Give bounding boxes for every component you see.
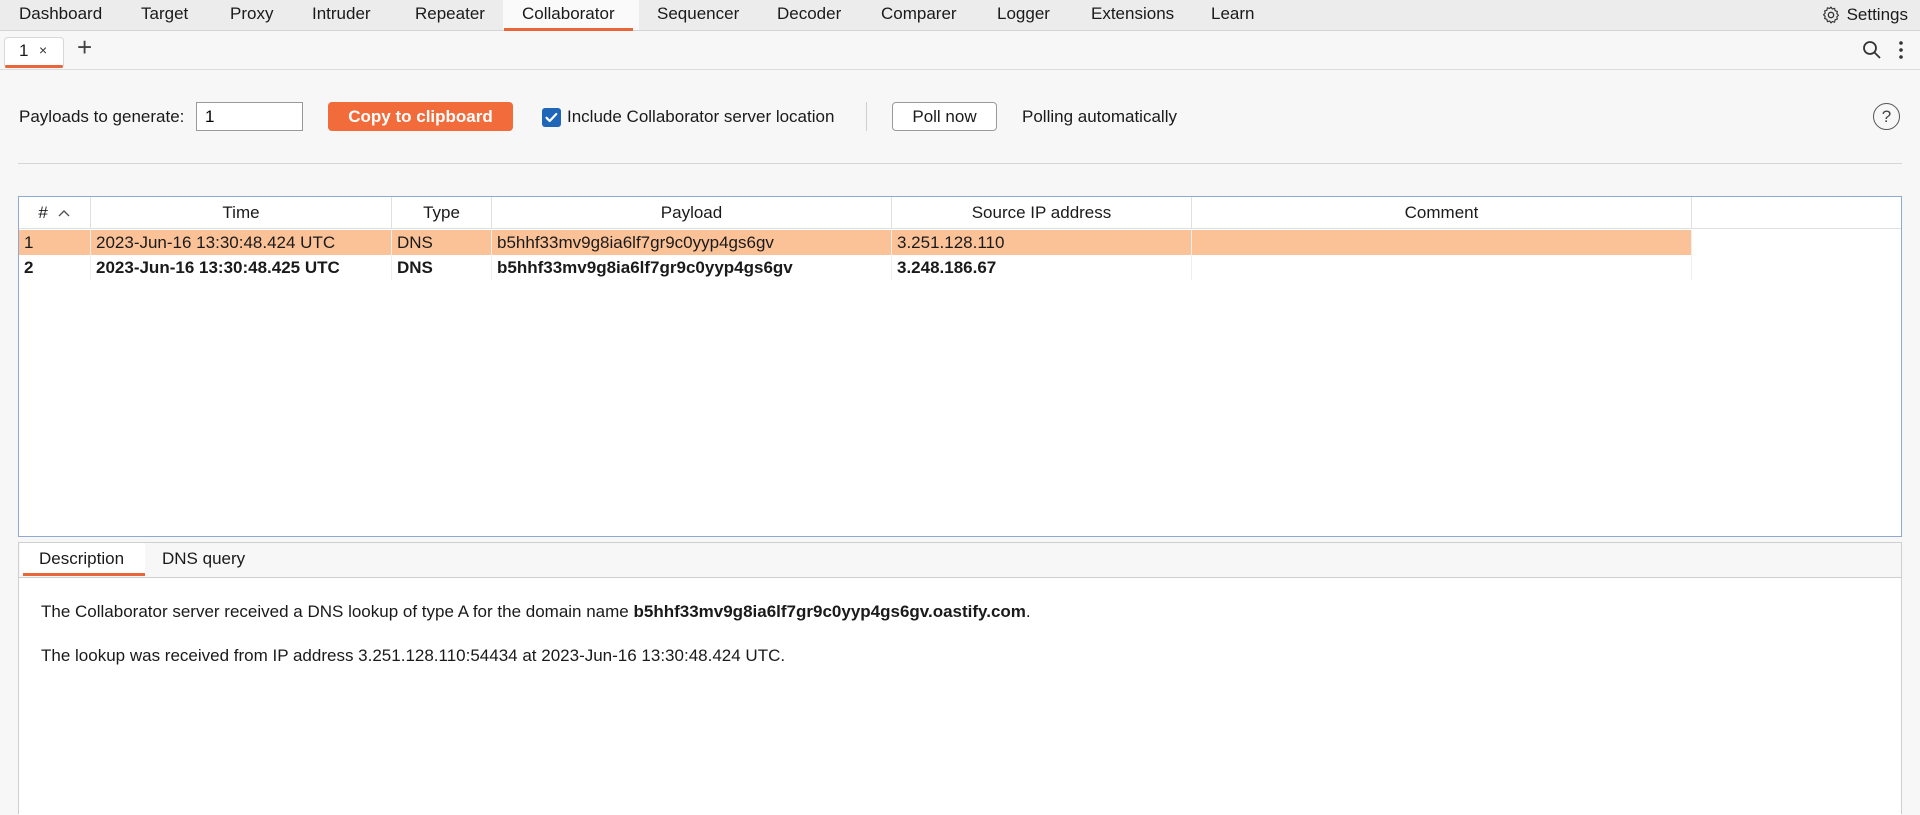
cell-number: 1 (19, 230, 91, 255)
cell-comment (1192, 230, 1692, 255)
description-domain: b5hhf33mv9g8ia6lf7gr9c0yyp4gs6gv.oastify… (633, 602, 1026, 621)
cell-comment (1192, 255, 1692, 280)
tab-learn[interactable]: Learn (1211, 0, 1254, 30)
tab-proxy[interactable]: Proxy (230, 0, 273, 30)
tab-dns-query[interactable]: DNS query (162, 543, 245, 575)
search-icon[interactable] (1862, 40, 1882, 60)
tab-logger[interactable]: Logger (997, 0, 1050, 30)
checkmark-icon (545, 112, 558, 123)
tab-extensions[interactable]: Extensions (1091, 0, 1174, 30)
tab-collaborator[interactable]: Collaborator (504, 0, 633, 31)
gear-icon (1822, 6, 1839, 24)
copy-to-clipboard-button[interactable]: Copy to clipboard (328, 102, 513, 131)
cell-source-ip: 3.248.186.67 (892, 255, 1192, 280)
settings-button[interactable]: Settings (1821, 0, 1908, 30)
cell-number: 2 (19, 255, 91, 280)
main-tab-bar: Dashboard Target Proxy Intruder Repeater… (0, 0, 1920, 31)
column-header-number[interactable]: # (19, 197, 91, 229)
tab-description[interactable]: Description (39, 543, 124, 575)
description-punctuation: . (1025, 602, 1031, 621)
column-header-time[interactable]: Time (91, 197, 392, 229)
tab-comparer[interactable]: Comparer (881, 0, 957, 30)
details-panel: Description DNS query The Collaborator s… (18, 542, 1902, 815)
tab-repeater[interactable]: Repeater (415, 0, 485, 30)
column-header-filler (1692, 197, 1901, 229)
description-content: The Collaborator server received a DNS l… (19, 577, 1901, 815)
divider (866, 102, 867, 131)
tab-sequencer[interactable]: Sequencer (657, 0, 739, 30)
column-header-source-ip[interactable]: Source IP address (892, 197, 1192, 229)
column-header-comment[interactable]: Comment (1192, 197, 1692, 229)
cell-payload: b5hhf33mv9g8ia6lf7gr9c0yyp4gs6gv (492, 255, 892, 280)
sub-tab-bar: 1 × + (0, 31, 1920, 70)
cell-time: 2023-Jun-16 13:30:48.425 UTC (91, 255, 392, 280)
description-text: The Collaborator server received a DNS l… (41, 602, 634, 621)
subtab-1-label: 1 (19, 41, 29, 60)
description-line-2: The lookup was received from IP address … (41, 646, 786, 665)
subtab-1[interactable]: 1 × (4, 37, 64, 68)
tab-dashboard[interactable]: Dashboard (19, 0, 102, 30)
cell-payload: b5hhf33mv9g8ia6lf7gr9c0yyp4gs6gv (492, 230, 892, 255)
table-row[interactable]: 2 2023-Jun-16 13:30:48.425 UTC DNS b5hhf… (19, 255, 1692, 280)
subtab-active-indicator (5, 65, 63, 68)
cell-time: 2023-Jun-16 13:30:48.424 UTC (91, 230, 392, 255)
separator (18, 163, 1902, 164)
include-location-label[interactable]: Include Collaborator server location (567, 107, 834, 127)
column-header-number-label: # (38, 203, 48, 222)
cell-source-ip: 3.251.128.110 (892, 230, 1192, 255)
column-header-payload[interactable]: Payload (492, 197, 892, 229)
poll-now-button[interactable]: Poll now (892, 102, 997, 131)
help-icon[interactable]: ? (1873, 103, 1900, 130)
table-row[interactable]: 1 2023-Jun-16 13:30:48.424 UTC DNS b5hhf… (19, 230, 1692, 255)
include-location-checkbox[interactable] (542, 108, 561, 127)
payloads-label: Payloads to generate: (19, 107, 185, 126)
polling-status: Polling automatically (1022, 107, 1177, 126)
tab-target[interactable]: Target (141, 0, 188, 30)
add-tab-icon[interactable]: + (77, 32, 92, 63)
tab-intruder[interactable]: Intruder (312, 0, 371, 30)
cell-type: DNS (392, 230, 492, 255)
more-options-icon[interactable] (1898, 40, 1904, 60)
sort-ascending-icon (58, 210, 70, 217)
payloads-input[interactable] (196, 102, 303, 131)
description-line-1: The Collaborator server received a DNS l… (41, 600, 1901, 624)
settings-label: Settings (1846, 5, 1908, 24)
tab-decoder[interactable]: Decoder (777, 0, 841, 30)
cell-type: DNS (392, 255, 492, 280)
column-header-type[interactable]: Type (392, 197, 492, 229)
description-tab-indicator (23, 573, 145, 576)
close-icon[interactable]: × (39, 42, 47, 58)
interactions-table: # Time Type Payload Source IP address Co… (18, 196, 1902, 537)
